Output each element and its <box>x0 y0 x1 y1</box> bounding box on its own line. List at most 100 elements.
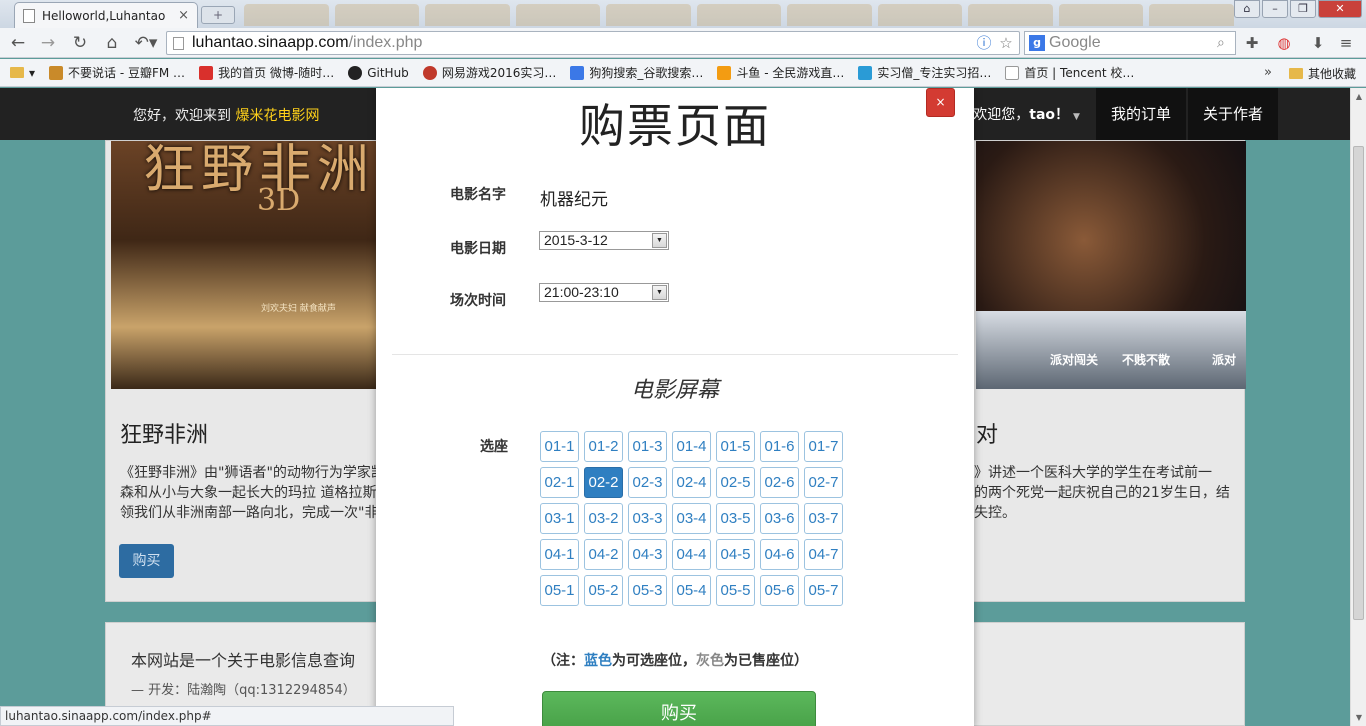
description-line: 》讲述一个医科大学的学生在考试前一 <box>974 465 1212 481</box>
browser-status-bar: luhantao.sinaapp.com/index.php# <box>0 706 454 726</box>
screen-title: 电影屏幕 <box>630 378 719 403</box>
extension-puzzle-icon[interactable]: ✚ <box>1242 33 1262 53</box>
user-greeting: 欢迎您， <box>973 107 1030 123</box>
movie-name-label: 电影名字 <box>450 187 506 203</box>
seat-button[interactable]: 04-3 <box>628 539 667 570</box>
description-line: 《狂野非洲》由"狮语者"的动物行为学家凯 <box>120 465 380 481</box>
seat-button[interactable]: 03-5 <box>716 503 755 534</box>
description-line: 森和从小与大象一起长大的玛拉 道格拉斯 <box>120 485 377 501</box>
seat-button[interactable]: 01-4 <box>672 431 711 462</box>
seat-button[interactable]: 01-3 <box>628 431 667 462</box>
seat-button[interactable]: 03-4 <box>672 503 711 534</box>
profile-icon[interactable]: ⌂ <box>1234 0 1260 18</box>
window-close-button[interactable]: ✕ <box>1318 0 1362 18</box>
movie-poster-wild-africa[interactable]: 狂野非洲 3D 刘欢夫妇 献食献声 <box>111 141 383 389</box>
forward-icon[interactable]: → <box>36 32 60 54</box>
scroll-up-icon[interactable]: ▲ <box>1353 92 1365 101</box>
seat-button[interactable]: 04-2 <box>584 539 623 570</box>
seat-button[interactable]: 05-1 <box>540 575 579 606</box>
back-icon[interactable]: ← <box>6 32 30 54</box>
new-tab-button[interactable]: + <box>201 6 235 24</box>
poster-tag: 派对闯关 <box>1050 353 1099 367</box>
seat-button[interactable]: 01-5 <box>716 431 755 462</box>
home-icon[interactable]: ⌂ <box>100 32 124 54</box>
movie-date-label: 电影日期 <box>450 241 506 257</box>
seat-button[interactable]: 03-6 <box>760 503 799 534</box>
site-brand-link[interactable]: 爆米花电影网 <box>235 108 319 124</box>
movie-date-select[interactable]: 2015-3-12 ▼ <box>539 231 669 250</box>
bookmark-apps-icon[interactable]: ▾ <box>10 66 35 80</box>
bookmark-item[interactable]: GitHub <box>348 65 409 80</box>
search-box[interactable]: g Google ⌕ <box>1024 31 1236 55</box>
bookmark-label: 网易游戏2016实习… <box>441 66 557 80</box>
seat-button[interactable]: 02-1 <box>540 467 579 498</box>
seat-button[interactable]: 01-2 <box>584 431 623 462</box>
seat-button[interactable]: 04-6 <box>760 539 799 570</box>
bookmark-item[interactable]: 不要说话 - 豆瓣FM … <box>49 64 185 81</box>
movie-buy-button[interactable]: 购买 <box>119 544 174 578</box>
minimize-button[interactable]: – <box>1262 0 1288 18</box>
poster-3d-label: 3D <box>257 183 301 218</box>
seat-button[interactable]: 04-4 <box>672 539 711 570</box>
other-bookmarks-folder[interactable]: 其他收藏 <box>1289 65 1356 82</box>
seat-button[interactable]: 02-5 <box>716 467 755 498</box>
purchase-button[interactable]: 购买 <box>542 691 816 726</box>
address-bar[interactable]: luhantao.sinaapp.com/index.php ⓘ ☆ <box>166 31 1020 55</box>
seat-button[interactable]: 04-1 <box>540 539 579 570</box>
chevron-down-icon: ▼ <box>652 233 667 248</box>
extension-icon[interactable]: ◍ <box>1274 33 1294 53</box>
bookmark-favicon-icon <box>49 65 64 80</box>
nav-my-orders[interactable]: 我的订单 <box>1095 88 1186 140</box>
bookmark-item[interactable]: 狗狗搜索_谷歌搜索… <box>570 64 703 81</box>
scroll-down-icon[interactable]: ▼ <box>1353 713 1365 722</box>
folder-icon <box>1289 68 1303 79</box>
nav-about-author[interactable]: 关于作者 <box>1187 88 1278 140</box>
seat-button[interactable]: 02-6 <box>760 467 799 498</box>
download-icon[interactable]: ⬇ <box>1308 33 1328 53</box>
seat-button[interactable]: 01-1 <box>540 431 579 462</box>
scrollbar-thumb[interactable] <box>1353 146 1364 620</box>
undo-close-tab-icon[interactable]: ↶▾ <box>131 32 161 54</box>
search-icon[interactable]: ⌕ <box>1217 35 1235 51</box>
bookmark-item[interactable]: 网易游戏2016实习… <box>422 64 557 81</box>
maximize-button[interactable]: ❐ <box>1290 0 1316 18</box>
bookmark-item[interactable]: 实习僧_专注实习招… <box>858 64 991 81</box>
browser-tab-active[interactable]: Helloworld,Luhantao × <box>14 2 198 28</box>
seat-button[interactable]: 02-7 <box>804 467 843 498</box>
seat-button[interactable]: 04-7 <box>804 539 843 570</box>
reload-icon[interactable]: ↻ <box>68 32 92 54</box>
seat-button[interactable]: 02-4 <box>672 467 711 498</box>
seat-button[interactable]: 02-3 <box>628 467 667 498</box>
seat-button[interactable]: 05-3 <box>628 575 667 606</box>
translate-icon[interactable]: ⓘ <box>975 34 993 52</box>
seat-button[interactable]: 03-1 <box>540 503 579 534</box>
seat-button[interactable]: 05-7 <box>804 575 843 606</box>
showtime-select[interactable]: 21:00-23:10 ▼ <box>539 283 669 302</box>
tab-close-icon[interactable]: × <box>178 8 189 23</box>
seat-button[interactable]: 05-6 <box>760 575 799 606</box>
seat-button[interactable]: 03-7 <box>804 503 843 534</box>
seat-button[interactable]: 02-2 <box>584 467 623 498</box>
bookmark-item[interactable]: 斗鱼 - 全民游戏直… <box>717 64 844 81</box>
seat-button[interactable]: 01-6 <box>760 431 799 462</box>
page-scrollbar[interactable]: ▲ ▼ <box>1350 88 1366 726</box>
bookmark-favicon-icon <box>422 65 437 80</box>
movie-poster-party[interactable]: 派对闯关 不贱不散 派对 <box>976 141 1246 389</box>
bookmark-item[interactable]: 首页 | Tencent 校… <box>1005 64 1134 81</box>
note-available-color: 蓝色 <box>584 653 612 669</box>
user-dropdown[interactable]: 欢迎您，tao！ ▼ <box>959 104 1094 124</box>
caret-down-icon: ▼ <box>1073 112 1080 122</box>
seat-button[interactable]: 04-5 <box>716 539 755 570</box>
seat-button[interactable]: 05-5 <box>716 575 755 606</box>
modal-close-button[interactable]: × <box>926 88 955 117</box>
bookmark-item[interactable]: 我的首页 微博-随时… <box>199 64 334 81</box>
bookmark-star-icon[interactable]: ☆ <box>997 34 1015 52</box>
seat-button[interactable]: 03-3 <box>628 503 667 534</box>
seat-button[interactable]: 05-2 <box>584 575 623 606</box>
bookmark-label: 首页 | Tencent 校… <box>1024 66 1135 80</box>
seat-button[interactable]: 03-2 <box>584 503 623 534</box>
bookmarks-more-button[interactable]: » <box>1264 65 1272 80</box>
seat-button[interactable]: 01-7 <box>804 431 843 462</box>
menu-icon[interactable]: ≡ <box>1336 33 1356 53</box>
seat-button[interactable]: 05-4 <box>672 575 711 606</box>
